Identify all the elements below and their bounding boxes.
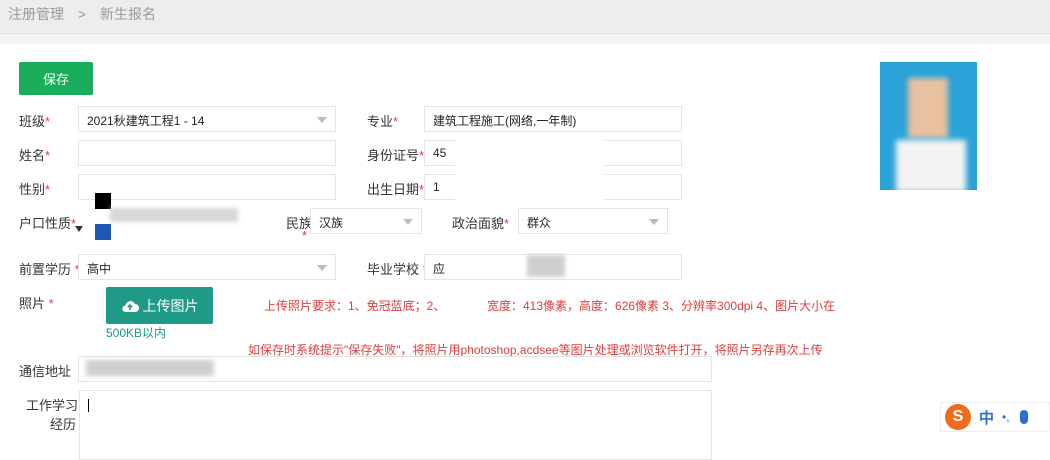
microphone-icon[interactable] <box>1019 410 1028 424</box>
redaction-box <box>440 296 488 311</box>
id-label: 身份证号* <box>367 148 425 163</box>
class-label: 班级* <box>19 114 51 129</box>
ethnic-select[interactable]: 汉族 <box>310 208 422 234</box>
hukou-label: 户口性质* <box>19 216 77 231</box>
breadcrumb-parent[interactable]: 注册管理 <box>8 6 64 22</box>
gender-label: 性别* <box>19 182 51 197</box>
cloud-upload-icon <box>121 300 139 312</box>
chevron-down-icon <box>403 219 413 225</box>
photo-face <box>908 78 948 138</box>
sogou-logo-icon[interactable]: S <box>945 404 971 430</box>
chevron-down-icon <box>649 219 659 225</box>
upload-photo-button[interactable]: 上传图片 <box>106 287 213 324</box>
color-swatch-black <box>95 193 111 209</box>
redacted-area <box>86 360 214 376</box>
work-history-label-2: 经历 <box>50 417 77 432</box>
address-label: 通信地址 <box>19 364 72 379</box>
major-label: 专业* <box>367 114 399 129</box>
name-label: 姓名* <box>19 148 51 163</box>
ethnic-label: 民族 <box>286 216 313 231</box>
chevron-down-icon <box>317 117 327 123</box>
edu-label: 前置学历 * <box>19 262 80 277</box>
edu-select[interactable]: 高中 <box>78 254 336 280</box>
color-swatch-blue <box>95 224 111 240</box>
birth-label: 出生日期* <box>367 182 425 197</box>
work-history-label: 工作学习 <box>26 398 79 413</box>
photo-label: 照片 * <box>19 296 54 311</box>
photo-body <box>896 140 966 190</box>
upload-label: 上传图片 <box>142 297 199 314</box>
photo-requirement-note: 上传照片要求：1、免冠蓝底；2、 <box>264 299 446 313</box>
name-field[interactable] <box>78 140 336 166</box>
text-cursor <box>88 399 89 412</box>
political-select[interactable]: 群众 <box>518 208 668 234</box>
ime-punctuation[interactable]: •, <box>1002 410 1010 424</box>
class-select[interactable]: 2021秋建筑工程1 - 14 <box>78 106 336 132</box>
caret-down-icon <box>75 226 83 232</box>
photo-size-note: 500KB以内 <box>106 326 167 340</box>
chevron-down-icon <box>317 265 327 271</box>
student-photo <box>880 62 977 190</box>
breadcrumb-current: 新生报名 <box>99 6 156 22</box>
ime-toolbar[interactable]: S 中 •, <box>940 402 1050 432</box>
breadcrumb: 注册管理 > 新生报名 <box>0 0 1050 34</box>
save-button[interactable]: 保存 <box>19 62 93 95</box>
redaction-box <box>455 140 605 200</box>
gender-field[interactable] <box>78 174 336 200</box>
redacted-area <box>527 255 565 277</box>
school-label: 毕业学校 * <box>367 262 428 277</box>
breadcrumb-separator: > <box>77 6 87 22</box>
photo-requirement-note-2: 宽度：413像素，高度：626像素 3、分辨率300dpi 4、图片大小在 <box>487 299 836 313</box>
ime-mode[interactable]: 中 <box>979 407 994 428</box>
redacted-area <box>110 208 238 222</box>
ethnic-required-mark: * <box>302 228 308 243</box>
work-history-textarea[interactable] <box>79 390 712 460</box>
political-label: 政治面貌* <box>452 216 510 231</box>
major-field[interactable]: 建筑工程施工(网络,一年制) <box>424 106 682 132</box>
